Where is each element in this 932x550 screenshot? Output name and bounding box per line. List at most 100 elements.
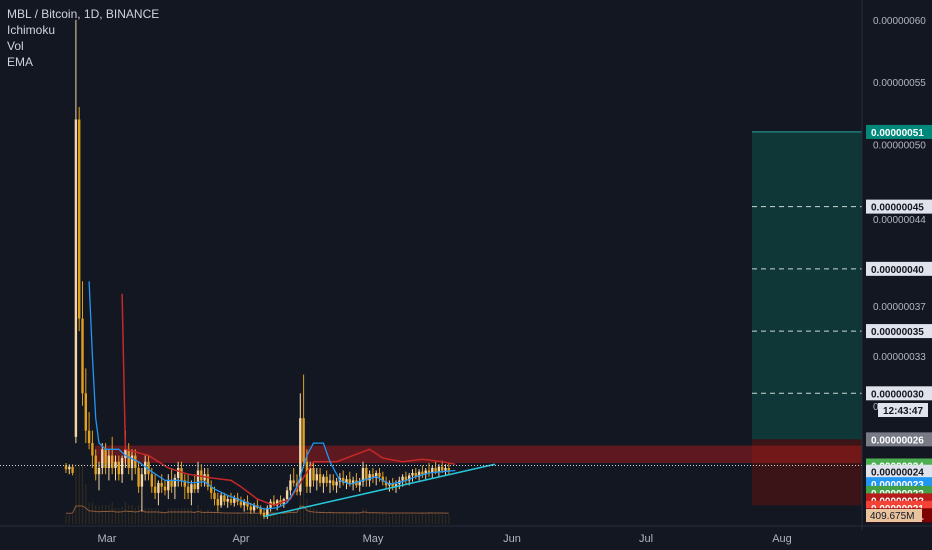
candle-body: [193, 484, 196, 490]
candle-body: [150, 474, 153, 487]
price-chart[interactable]: 0.00000060 0.00000055 0.00000050 0.00000044…: [0, 0, 932, 550]
candle-body: [219, 495, 223, 506]
volume-bar: [256, 515, 258, 524]
candle-body: [213, 492, 216, 500]
price-label-text: 0.00000026: [871, 435, 924, 446]
candle-body: [292, 480, 295, 483]
candle-body: [368, 474, 371, 481]
candle-body: [226, 499, 229, 502]
volume-bar: [138, 505, 140, 524]
candle-body: [325, 476, 328, 483]
volume-bar: [200, 509, 202, 524]
chart-container[interactable]: 0.00000060 0.00000055 0.00000050 0.00000044…: [0, 0, 932, 550]
price-tick-label: 0.00000050: [873, 140, 926, 151]
legend-ichimoku[interactable]: Ichimoku: [7, 22, 159, 38]
candle-body: [180, 467, 183, 481]
volume-bar: [157, 508, 159, 524]
volume-bar: [147, 508, 150, 524]
candle-body: [140, 474, 144, 487]
volume-bar: [164, 512, 166, 524]
volume-label-text: 409.675M: [870, 511, 914, 522]
volume-bar: [134, 508, 136, 524]
volume-bar: [128, 505, 130, 524]
volume-bar: [88, 502, 90, 524]
volume-bar: [375, 512, 377, 524]
volume-bar: [306, 499, 308, 524]
candle-body: [124, 449, 127, 459]
volume-bar: [448, 514, 450, 524]
volume-bar: [105, 505, 107, 524]
candle-body: [68, 466, 71, 470]
candle-body: [444, 467, 447, 471]
price-label-text: 0.00000045: [871, 203, 924, 214]
volume-bar: [230, 514, 232, 524]
candle-body: [111, 455, 114, 468]
candle-body: [434, 467, 437, 472]
candle-body: [120, 458, 124, 475]
volume-bar: [121, 506, 123, 524]
volume-bar: [388, 514, 390, 524]
candle-body: [332, 480, 335, 486]
volume-bar: [95, 505, 97, 524]
volume-bar: [260, 515, 262, 524]
volume-bar: [411, 514, 414, 524]
volume-bar: [220, 512, 222, 524]
volume-bar: [428, 513, 430, 524]
candle-body: [134, 455, 137, 468]
volume-bar: [418, 514, 420, 524]
legend-ema[interactable]: EMA: [7, 54, 159, 70]
candle-body: [160, 482, 163, 487]
volume-bar: [81, 464, 84, 524]
volume-bar: [85, 484, 87, 524]
candle-body: [153, 486, 157, 493]
volume-bar: [243, 514, 245, 524]
candle-body: [94, 455, 97, 475]
volume-bar: [336, 512, 338, 524]
volume-bar: [223, 514, 225, 524]
volume-bar: [273, 514, 275, 524]
volume-bar: [98, 506, 100, 524]
volume-bar: [405, 514, 407, 524]
volume-bar: [431, 514, 433, 524]
volume-bar: [359, 513, 361, 524]
candle-body: [170, 480, 173, 487]
volume-bar: [111, 502, 113, 524]
volume-bar: [144, 508, 146, 524]
volume-bar: [421, 514, 423, 524]
volume-bar: [276, 514, 278, 524]
price-label-text: 0.00000051: [871, 128, 924, 139]
candle-body: [378, 472, 381, 477]
volume-bar: [438, 514, 440, 524]
volume-bar: [68, 515, 70, 524]
countdown-text: 12:43:47: [883, 406, 923, 417]
volume-bar: [398, 514, 400, 524]
candle-body: [322, 476, 325, 483]
candle-body: [312, 467, 315, 481]
candle-body: [81, 318, 84, 394]
volume-bar: [362, 508, 364, 524]
legend-symbol[interactable]: MBL / Bitcoin, 1D, BINANCE: [7, 6, 159, 22]
volume-bar: [207, 509, 209, 524]
time-tick-label: May: [363, 533, 384, 545]
candle-body: [401, 476, 404, 481]
candle-body: [107, 455, 111, 468]
volume-bar: [124, 502, 126, 524]
legend-volume[interactable]: Vol: [7, 38, 159, 54]
candle-body: [411, 472, 414, 476]
candle-body: [186, 486, 190, 493]
candle-body: [84, 393, 87, 431]
candle-body: [249, 506, 252, 511]
volume-bar: [385, 514, 387, 524]
candle-body: [223, 495, 226, 502]
candle-body: [87, 430, 91, 444]
volume-bar: [378, 513, 381, 524]
price-label-text: 0.00000030: [871, 389, 924, 400]
volume-bar: [415, 514, 417, 524]
candle-body: [163, 486, 167, 491]
price-label-text: 0.00000035: [871, 327, 924, 338]
price-tick-label: 0.00000044: [873, 215, 926, 226]
volume-bar: [184, 508, 186, 524]
candle-body: [173, 477, 177, 487]
chart-legend: MBL / Bitcoin, 1D, BINANCE Ichimoku Vol …: [7, 6, 159, 70]
volume-bar: [303, 475, 305, 524]
